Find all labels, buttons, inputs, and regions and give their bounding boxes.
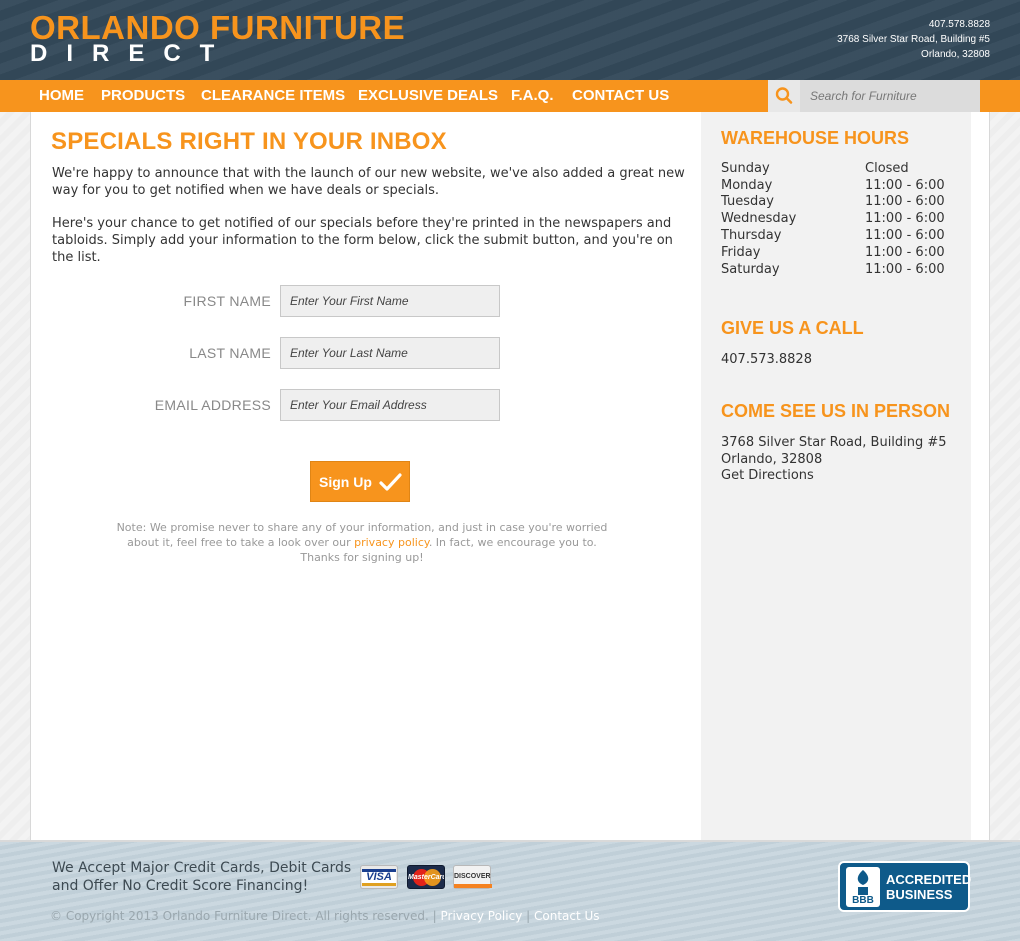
copyright-bar: © Copyright 2013 Orlando Furniture Direc…	[50, 909, 600, 923]
hours-time: 11:00 - 6:00	[865, 211, 945, 226]
hours-row: Thursday 11:00 - 6:00	[721, 228, 961, 245]
hours-day: Wednesday	[721, 211, 797, 226]
nav-item-home[interactable]: HOME	[39, 80, 84, 112]
warehouse-hours-heading: WAREHOUSE HOURS	[721, 128, 910, 148]
hours-row: Saturday 11:00 - 6:00	[721, 262, 961, 279]
hours-day: Saturday	[721, 262, 780, 277]
hours-time: 11:00 - 6:00	[865, 262, 945, 277]
visit-heading: COME SEE US IN PERSON	[721, 401, 951, 421]
intro-paragraph: We're happy to announce that with the la…	[52, 166, 685, 198]
visa-card-icon: VISA	[360, 865, 398, 889]
first-name-label: FIRST NAME	[183, 293, 271, 309]
bbb-label: ACCREDITED BUSINESS	[886, 872, 971, 902]
nav-item-exclusive-deals[interactable]: EXCLUSIVE DEALS	[358, 80, 498, 112]
hours-day: Tuesday	[721, 194, 774, 209]
last-name-field[interactable]	[280, 337, 500, 369]
hours-row: Sunday Closed	[721, 161, 961, 178]
main-column: SPECIALS RIGHT IN YOUR INBOX We're happy…	[31, 112, 701, 840]
bbb-line1: ACCREDITED	[886, 872, 972, 887]
separator: |	[432, 909, 437, 923]
search-button[interactable]	[768, 80, 800, 112]
bbb-accredited-badge[interactable]: BBB ACCREDITED BUSINESS	[838, 861, 971, 912]
header-address-line1: 3768 Silver Star Road, Building #5	[837, 34, 990, 45]
search-icon	[775, 87, 793, 104]
visit-address-line2: Orlando, 32808	[721, 452, 823, 467]
payment-message: We Accept Major Credit Cards, Debit Card…	[52, 859, 362, 895]
main-nav: HOME PRODUCTS CLEARANCE ITEMS EXCLUSIVE …	[0, 80, 1020, 112]
hours-row: Tuesday 11:00 - 6:00	[721, 194, 961, 211]
call-phone[interactable]: 407.573.8828	[721, 351, 812, 368]
nav-item-faq[interactable]: F.A.Q.	[511, 80, 554, 112]
privacy-note: Note: We promise never to share any of y…	[101, 520, 623, 565]
nav-item-contact[interactable]: CONTACT US	[572, 80, 669, 112]
hours-row: Monday 11:00 - 6:00	[721, 178, 961, 195]
bbb-line2: BUSINESS	[886, 887, 953, 902]
bbb-torch-icon: BBB	[846, 867, 880, 907]
footer-privacy-link[interactable]: Privacy Policy	[441, 909, 523, 923]
header-contact-info: 407.578.8828 3768 Silver Star Road, Buil…	[837, 17, 990, 62]
get-directions-link[interactable]: Get Directions	[721, 467, 814, 484]
instructions-paragraph: Here's your chance to get notified of ou…	[52, 216, 673, 265]
separator: |	[526, 909, 531, 923]
header-address-line2: Orlando, 32808	[921, 49, 990, 60]
bbb-logo-text: BBB	[852, 895, 874, 906]
page-title: SPECIALS RIGHT IN YOUR INBOX	[51, 128, 447, 155]
hours-row: Wednesday 11:00 - 6:00	[721, 211, 961, 228]
hours-row: Friday 11:00 - 6:00	[721, 245, 961, 262]
header-phone: 407.578.8828	[928, 19, 990, 30]
search-input[interactable]	[800, 80, 980, 112]
first-name-field[interactable]	[280, 285, 500, 317]
visit-address-line1: 3768 Silver Star Road, Building #5	[721, 435, 947, 450]
privacy-policy-link[interactable]: privacy policy	[354, 536, 429, 549]
site-footer: We Accept Major Credit Cards, Debit Card…	[0, 840, 1020, 941]
email-field[interactable]	[280, 389, 500, 421]
email-label: EMAIL ADDRESS	[154, 397, 271, 413]
hours-day: Monday	[721, 178, 773, 193]
content-area: SPECIALS RIGHT IN YOUR INBOX We're happy…	[30, 112, 990, 840]
site-header: ORLANDO FURNITURE DIRECT 407.578.8828 37…	[0, 0, 1020, 80]
note-thanks: Thanks for signing up!	[300, 551, 424, 564]
bbb-flame-icon	[857, 870, 869, 895]
discover-card-icon: DISCOVER	[453, 865, 492, 889]
hours-day: Sunday	[721, 161, 770, 176]
last-name-label: LAST NAME	[189, 345, 271, 361]
hours-day: Thursday	[721, 228, 782, 243]
hours-time: 11:00 - 6:00	[865, 178, 945, 193]
nav-item-clearance[interactable]: CLEARANCE ITEMS	[201, 80, 345, 112]
note-text-end: . In fact, we encourage you to.	[428, 536, 597, 549]
checkmark-icon	[379, 473, 402, 491]
sign-up-label: Sign Up	[319, 474, 372, 490]
hours-time: 11:00 - 6:00	[865, 228, 945, 243]
logo-subtitle[interactable]: DIRECT	[30, 41, 233, 67]
copyright-text: © Copyright 2013 Orlando Furniture Direc…	[50, 909, 429, 923]
payment-message-line1: We Accept Major Credit Cards, Debit Card…	[52, 860, 352, 876]
footer-contact-link[interactable]: Contact Us	[534, 909, 600, 923]
nav-item-products[interactable]: PRODUCTS	[101, 80, 185, 112]
sidebar: WAREHOUSE HOURS Sunday Closed Monday 11:…	[701, 112, 971, 840]
sign-up-button[interactable]: Sign Up	[310, 461, 410, 502]
call-heading: GIVE US A CALL	[721, 318, 864, 338]
hours-time: 11:00 - 6:00	[865, 245, 945, 260]
payment-message-line2: and Offer No Credit Score Financing!	[52, 878, 309, 894]
mastercard-icon: MasterCard	[407, 865, 445, 889]
hours-day: Friday	[721, 245, 761, 260]
hours-time: Closed	[865, 161, 909, 176]
hours-time: 11:00 - 6:00	[865, 194, 945, 209]
